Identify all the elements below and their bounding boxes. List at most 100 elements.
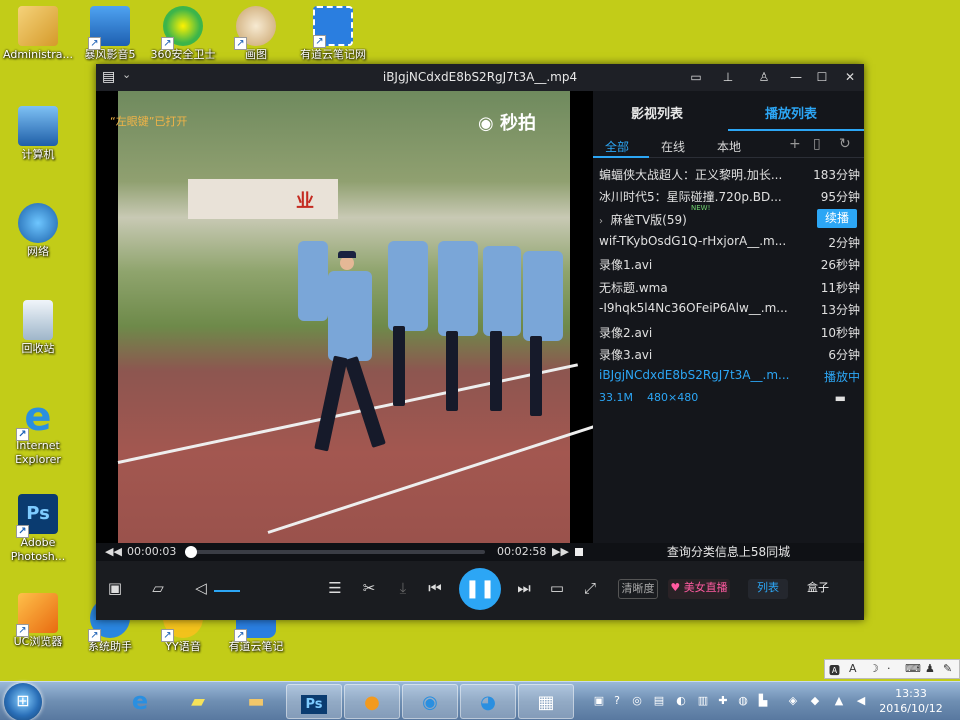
maximize-button[interactable]: ☐ (812, 68, 832, 86)
desktop-icon-internet-explorer[interactable]: e Internet Explorer (0, 397, 76, 467)
playlist-folder-item[interactable]: › 麻雀TV版(59) NEW! 续播 (593, 204, 864, 229)
taskbar-download[interactable]: ◕ (460, 684, 516, 719)
scissors-icon[interactable]: ✂ (358, 579, 380, 597)
start-button[interactable]: ⊞ (4, 683, 42, 720)
ime-moon-icon[interactable]: ☽ (869, 662, 879, 675)
close-button[interactable]: ✕ (840, 68, 860, 86)
playlist-item[interactable]: 无标题.wma 11秒钟 (593, 275, 864, 297)
stop-icon[interactable] (575, 548, 583, 556)
download-icon: ◕ (480, 692, 496, 713)
network-icon[interactable]: ▙ (756, 694, 770, 708)
tray-icon[interactable]: ◍ (736, 694, 750, 708)
ime-keyboard-icon[interactable]: ⌨ (905, 662, 921, 675)
tray-icon[interactable]: ▲ (832, 694, 846, 708)
ime-english-icon[interactable]: A (849, 662, 857, 675)
playlist-item[interactable]: -I9hqk5l4Nc36OFeiP6Alw__.m... 13分钟 (593, 297, 864, 319)
desktop-icon-360[interactable]: 360安全卫士 (145, 6, 221, 62)
tab-playlist[interactable]: 播放列表 (765, 103, 817, 122)
file-icon[interactable]: ▯ (813, 136, 821, 152)
volume-icon[interactable]: ◁ (190, 579, 212, 597)
box-button[interactable]: 盒子 (798, 579, 838, 599)
taskbar-photoshop[interactable]: Ps (286, 684, 342, 719)
ime-punct-icon[interactable]: · (887, 662, 891, 675)
list-button[interactable]: 列表 (748, 579, 788, 599)
live-button[interactable]: ♥ 美女直播 (668, 579, 730, 599)
playlist-item[interactable]: 录像3.avi 6分钟 (593, 342, 864, 364)
playlist-item[interactable]: 蝙蝠侠大战超人：正义黎明.加长... 183分钟 (593, 162, 864, 184)
network-icon (18, 203, 58, 243)
playlist-item[interactable]: wif-TKybOsdG1Q-rHxjorA__.m... 2分钟 (593, 230, 864, 252)
current-time: 00:00:03 (127, 545, 177, 558)
tray-icon[interactable]: ◐ (674, 694, 688, 708)
taskbar-sticky-notes[interactable]: ▰ (170, 684, 226, 719)
desktop-icon-computer[interactable]: 计算机 (0, 106, 76, 162)
title-bar[interactable]: ▤ ⌄ iBJgjNCdxdE8bS2RgJ7t3A__.mp4 ▭ ⊥ ♙ —… (96, 64, 864, 91)
ad-link[interactable]: 查询分类信息上58同城 (593, 543, 864, 561)
previous-icon[interactable]: ⏮ (424, 579, 446, 597)
tray-icon[interactable]: ◈ (786, 694, 800, 708)
chevron-right-icon[interactable]: › (599, 216, 603, 227)
open-folder-icon[interactable]: ▱ (147, 579, 169, 597)
tray-icon[interactable]: ✚ (716, 694, 730, 708)
skin-icon[interactable]: ♙ (754, 68, 774, 86)
desktop-icon-administrator[interactable]: Administra... (0, 6, 76, 62)
tab-library[interactable]: 影视列表 (631, 103, 683, 122)
taskbar-baofeng[interactable]: ▦ (518, 684, 574, 719)
taskbar-sogou[interactable]: ◉ (402, 684, 458, 719)
fast-forward-icon[interactable]: ▶▶ (552, 545, 569, 558)
ime-logo-icon[interactable]: 🅰 (829, 662, 840, 678)
rewind-icon[interactable]: ◀◀ (105, 545, 122, 558)
screen-icon[interactable]: ▭ (546, 579, 568, 597)
desktop-icon-paint[interactable]: 画图 (218, 6, 294, 62)
quality-button[interactable]: 清晰度 (618, 579, 658, 599)
desktop-icon-youdao-web[interactable]: 有道云笔记网 (295, 6, 371, 62)
person-leg (314, 355, 348, 452)
tray-icon[interactable]: ◎ (630, 694, 644, 708)
fullscreen-icon[interactable]: ⤢ (579, 579, 601, 597)
playlist-item[interactable]: 录像1.avi 26秒钟 (593, 252, 864, 274)
video-area[interactable]: 业 “左眼键”已打开 ◉ 秒拍 (96, 91, 593, 543)
minimize-button[interactable]: — (786, 68, 806, 86)
resume-button[interactable]: 续播 (817, 209, 857, 228)
person-head (340, 256, 354, 270)
ime-user-icon[interactable]: ♟ (925, 662, 935, 675)
desktop-icon-uc-browser[interactable]: UC浏览器 (0, 593, 76, 649)
tray-icon[interactable]: ◆ (808, 694, 822, 708)
seek-handle[interactable] (185, 546, 197, 558)
clock[interactable]: 13:33 2016/10/12 (874, 686, 948, 716)
toolbox-icon[interactable]: ▣ (104, 579, 126, 597)
desktop-icon-recycle-bin[interactable]: 回收站 (0, 300, 76, 356)
desktop-icon-baofeng[interactable]: 暴风影音5 (72, 6, 148, 62)
folder-icon[interactable]: ▬ (835, 391, 846, 405)
tray-icon[interactable]: ▣ (592, 694, 606, 708)
volume-icon[interactable]: ◀ (854, 694, 868, 708)
playlist-item[interactable]: 冰川时代5：星际碰撞.720p.BD... 95分钟 (593, 184, 864, 206)
filter-local[interactable]: 本地 (717, 138, 741, 155)
add-icon[interactable]: + (789, 136, 801, 152)
playlist-item-playing[interactable]: iBJgjNCdxdE8bS2RgJ7t3A__.m... 播放中 (593, 364, 864, 386)
playlist-item[interactable]: 录像2.avi 10秒钟 (593, 320, 864, 342)
pause-button[interactable]: ❚❚ (459, 568, 501, 610)
ime-toolbar[interactable]: 🅰 A ☽ · ⌨ ♟ ✎ (824, 659, 960, 679)
refresh-icon[interactable]: ↻ (839, 136, 851, 152)
download-icon[interactable]: ⤓ (392, 579, 414, 597)
ime-settings-icon[interactable]: ✎ (943, 662, 952, 675)
taskbar-explorer[interactable]: ▬ (228, 684, 284, 719)
seek-slider[interactable] (185, 546, 485, 558)
taskbar-ie[interactable]: e (112, 684, 168, 719)
pin-icon[interactable]: ⊥ (718, 68, 738, 86)
filter-online[interactable]: 在线 (661, 138, 685, 155)
tray-icon[interactable]: ▥ (696, 694, 710, 708)
tray-icon[interactable]: ▤ (652, 694, 666, 708)
video-player-window[interactable]: ▤ ⌄ iBJgjNCdxdE8bS2RgJ7t3A__.mp4 ▭ ⊥ ♙ —… (96, 64, 864, 620)
recycle-bin-icon (23, 300, 53, 340)
taskbar-uc-browser[interactable]: ● (344, 684, 400, 719)
desktop-icon-network[interactable]: 网络 (0, 203, 76, 259)
desktop-icon-photoshop[interactable]: Ps Adobe Photosh... (0, 494, 76, 564)
help-icon[interactable]: ? (610, 694, 624, 708)
next-icon[interactable]: ⏭ (513, 579, 535, 597)
chat-icon[interactable]: ▭ (686, 68, 706, 86)
volume-slider[interactable] (214, 590, 240, 592)
filter-all[interactable]: 全部 (605, 138, 629, 155)
equalizer-icon[interactable]: ☰ (324, 579, 346, 597)
